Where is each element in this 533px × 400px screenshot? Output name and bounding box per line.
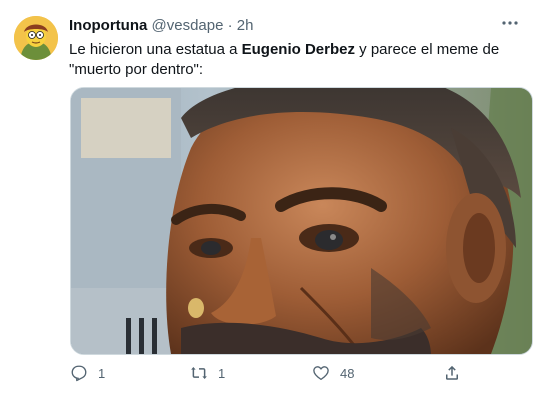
retweet-count: 1 bbox=[218, 365, 226, 381]
avatar-image bbox=[14, 16, 58, 60]
timestamp[interactable]: 2h bbox=[237, 17, 254, 34]
tweet-text-bold: Eugenio Derbez bbox=[241, 41, 355, 58]
tweet-text: Le hicieron una estatua a Eugenio Derbez… bbox=[69, 40, 519, 80]
reply-icon bbox=[71, 365, 87, 382]
tweet-text-part1: Le hicieron una estatua a bbox=[69, 41, 242, 58]
reply-count: 1 bbox=[98, 365, 106, 381]
retweet-icon bbox=[191, 367, 207, 379]
reply-button[interactable]: 1 bbox=[70, 364, 105, 382]
more-options-button[interactable] bbox=[499, 12, 521, 34]
retweet-button[interactable]: 1 bbox=[190, 364, 225, 382]
tweet-actions: 1 1 48 bbox=[0, 360, 533, 390]
author-name[interactable]: Inoportuna bbox=[69, 17, 147, 34]
statue-photo bbox=[71, 88, 532, 354]
author-handle[interactable]: @vesdape bbox=[152, 17, 224, 34]
heart-icon bbox=[313, 366, 329, 381]
tweet-header: Inoportuna @vesdape · 2h bbox=[69, 17, 253, 34]
share-button[interactable] bbox=[443, 364, 461, 382]
tweet[interactable]: Inoportuna @vesdape · 2h Le hicieron una… bbox=[0, 0, 533, 400]
tweet-media-image[interactable] bbox=[70, 87, 533, 355]
more-options-icon bbox=[502, 21, 518, 25]
separator-dot: · bbox=[227, 17, 233, 34]
share-icon bbox=[446, 365, 458, 380]
like-count: 48 bbox=[340, 365, 355, 381]
avatar[interactable] bbox=[14, 16, 58, 60]
like-button[interactable]: 48 bbox=[312, 364, 354, 382]
